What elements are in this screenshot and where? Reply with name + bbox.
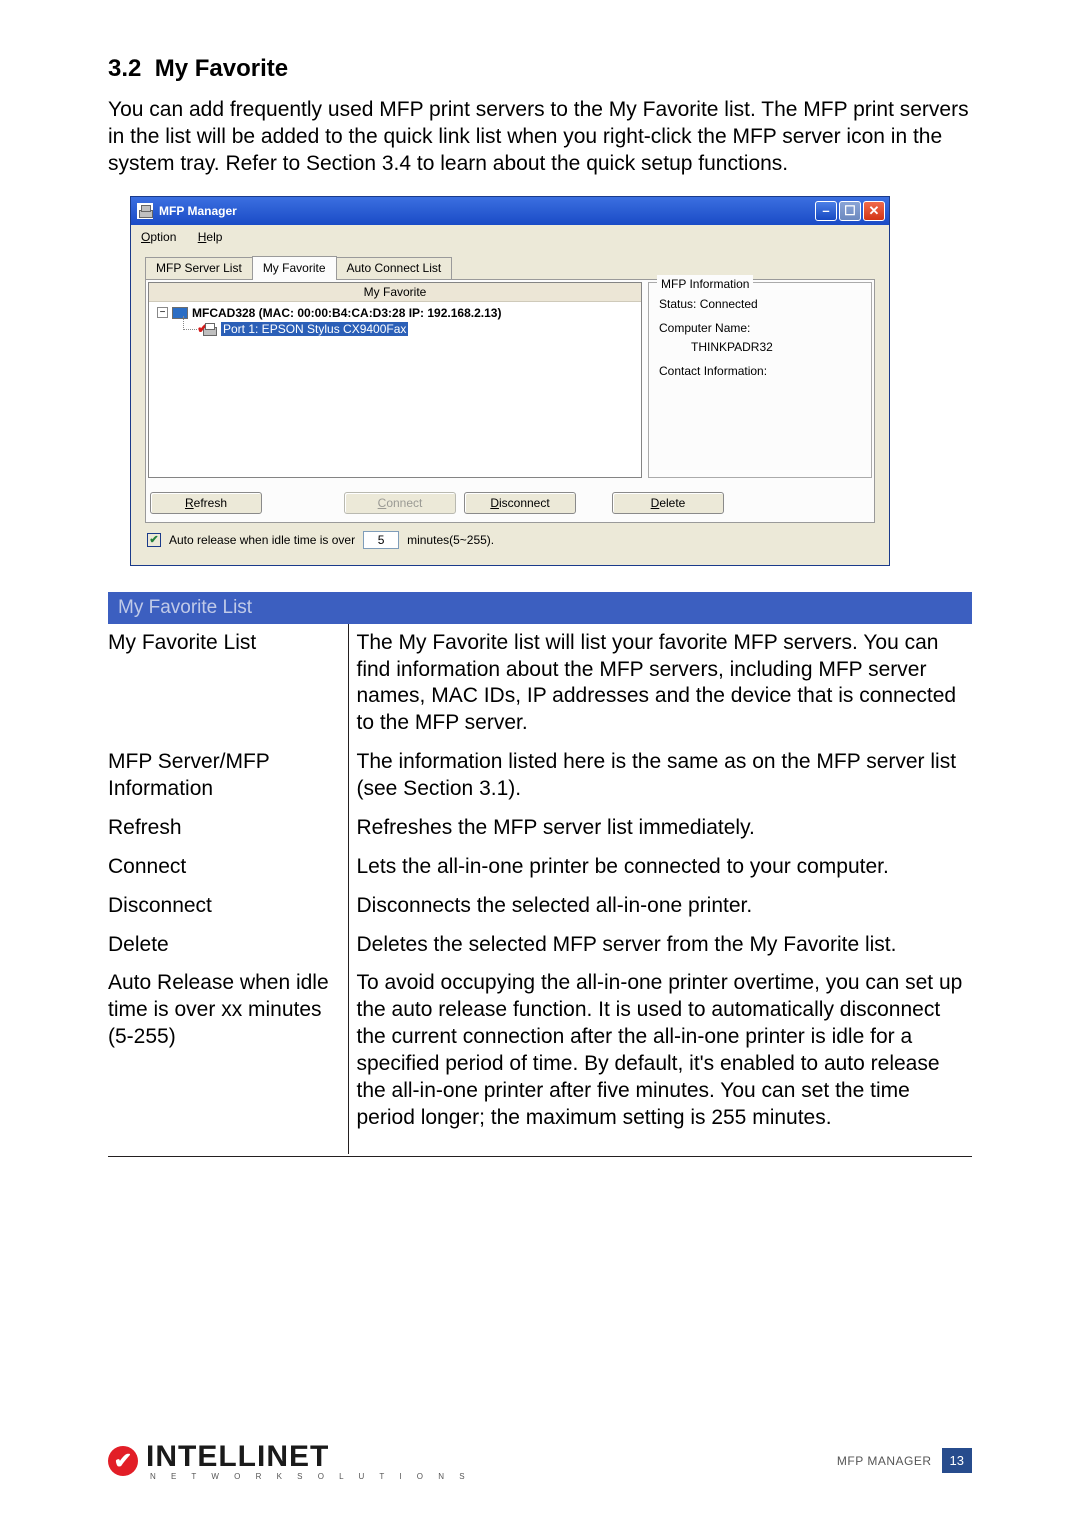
window-titlebar: MFP Manager – ☐ ✕ xyxy=(131,197,889,225)
window-title: MFP Manager xyxy=(159,204,815,218)
section-number: 3.2 xyxy=(108,55,141,82)
maximize-button[interactable]: ☐ xyxy=(839,201,861,221)
footer-section-label: MFP MANAGER xyxy=(837,1454,932,1468)
cell-desc: Refreshes the MFP server list immediatel… xyxy=(348,809,972,848)
connect-button[interactable]: Connect xyxy=(344,492,456,514)
cell-desc: To avoid occupying the all-in-one printe… xyxy=(348,964,972,1153)
mfp-information-box: MFP Information Status: Connected Comput… xyxy=(648,282,872,478)
tree-collapse-icon[interactable]: − xyxy=(157,307,168,318)
favorite-list-box: My Favorite − MFCAD328 (MAC: 00:00:B4:CA… xyxy=(148,282,642,478)
tree-server-text: MFCAD328 (MAC: 00:00:B4:CA:D3:28 IP: 192… xyxy=(192,306,501,320)
brand-name: INTELLINET xyxy=(146,1440,471,1474)
section-heading: 3.2 My Favorite xyxy=(108,55,972,83)
cell-label: Refresh xyxy=(108,809,348,848)
tab-strip: MFP Server List My Favorite Auto Connect… xyxy=(145,255,875,279)
menu-help[interactable]: Help xyxy=(198,230,223,244)
tree-line-icon xyxy=(183,316,197,330)
computer-name-label: Computer Name: xyxy=(659,319,861,338)
tab-auto-connect-list[interactable]: Auto Connect List xyxy=(336,257,453,279)
table-row: Disconnect Disconnects the selected all-… xyxy=(108,887,972,926)
page-number: 13 xyxy=(942,1448,972,1473)
mfp-information-legend: MFP Information xyxy=(657,275,753,294)
brand-logo: ✔ INTELLINET N E T W O R K S O L U T I O… xyxy=(108,1440,471,1481)
table-row: My Favorite List The My Favorite list wi… xyxy=(108,624,972,744)
table-row: Auto Release when idle time is over xx m… xyxy=(108,964,972,1153)
computer-name-value: THINKPADR32 xyxy=(659,338,861,357)
tree-port-text: Port 1: EPSON Stylus CX9400Fax xyxy=(221,322,408,336)
tab-server-list[interactable]: MFP Server List xyxy=(145,257,253,279)
printer-port-icon: ✔ xyxy=(201,322,217,336)
cell-desc: Lets the all-in-one printer be connected… xyxy=(348,848,972,887)
tab-my-favorite[interactable]: My Favorite xyxy=(252,256,337,280)
table-row: Delete Deletes the selected MFP server f… xyxy=(108,926,972,965)
tree-port-row[interactable]: ✔ Port 1: EPSON Stylus CX9400Fax xyxy=(183,322,633,336)
menu-option[interactable]: Option xyxy=(141,230,176,244)
printer-icon xyxy=(137,203,153,219)
status-line: Status: Connected xyxy=(659,295,861,314)
page-footer: ✔ INTELLINET N E T W O R K S O L U T I O… xyxy=(108,1440,972,1481)
window-buttons: – ☐ ✕ xyxy=(815,201,885,221)
auto-release-checkbox[interactable]: ✔ xyxy=(147,533,161,547)
cell-desc: The My Favorite list will list your favo… xyxy=(348,624,972,744)
button-row: Refresh Connect Disconnect Delete xyxy=(148,478,872,520)
disconnect-button[interactable]: Disconnect xyxy=(464,492,576,514)
table-header-bar: My Favorite List xyxy=(108,592,972,624)
table-row: Refresh Refreshes the MFP server list im… xyxy=(108,809,972,848)
cell-desc: Deletes the selected MFP server from the… xyxy=(348,926,972,965)
tree-server-row[interactable]: − MFCAD328 (MAC: 00:00:B4:CA:D3:28 IP: 1… xyxy=(157,306,633,320)
cell-label: MFP Server/MFP Information xyxy=(108,743,348,809)
table-row: Connect Lets the all-in-one printer be c… xyxy=(108,848,972,887)
cell-desc: Disconnects the selected all-in-one prin… xyxy=(348,887,972,926)
intro-paragraph: You can add frequently used MFP print se… xyxy=(108,97,972,178)
description-table: My Favorite List The My Favorite list wi… xyxy=(108,624,972,1154)
auto-release-label-pre: Auto release when idle time is over xyxy=(169,533,355,547)
tab-panel: My Favorite − MFCAD328 (MAC: 00:00:B4:CA… xyxy=(145,279,875,523)
cell-label: My Favorite List xyxy=(108,624,348,744)
section-title-text: My Favorite xyxy=(155,55,288,82)
mfp-manager-window: MFP Manager – ☐ ✕ Option Help MFP Server… xyxy=(130,196,890,566)
close-button[interactable]: ✕ xyxy=(863,201,885,221)
check-icon: ✔ xyxy=(197,320,209,337)
menu-bar: Option Help xyxy=(131,225,889,249)
refresh-button[interactable]: Refresh xyxy=(150,492,262,514)
table-row: MFP Server/MFP Information The informati… xyxy=(108,743,972,809)
cell-label: Delete xyxy=(108,926,348,965)
cell-label: Auto Release when idle time is over xx m… xyxy=(108,964,348,1153)
brand-badge-icon: ✔ xyxy=(108,1446,138,1476)
favorite-tree: − MFCAD328 (MAC: 00:00:B4:CA:D3:28 IP: 1… xyxy=(149,302,641,340)
minimize-button[interactable]: – xyxy=(815,201,837,221)
auto-release-minutes-input[interactable]: 5 xyxy=(363,531,399,549)
delete-button[interactable]: Delete xyxy=(612,492,724,514)
brand-subtitle: N E T W O R K S O L U T I O N S xyxy=(146,1472,471,1481)
cell-label: Disconnect xyxy=(108,887,348,926)
table-bottom-rule xyxy=(108,1156,972,1157)
auto-release-row: ✔ Auto release when idle time is over 5 … xyxy=(145,531,875,551)
favorite-list-header: My Favorite xyxy=(149,283,641,302)
auto-release-label-post: minutes(5~255). xyxy=(407,533,494,547)
cell-desc: The information listed here is the same … xyxy=(348,743,972,809)
cell-label: Connect xyxy=(108,848,348,887)
contact-info-label: Contact Information: xyxy=(659,362,861,381)
